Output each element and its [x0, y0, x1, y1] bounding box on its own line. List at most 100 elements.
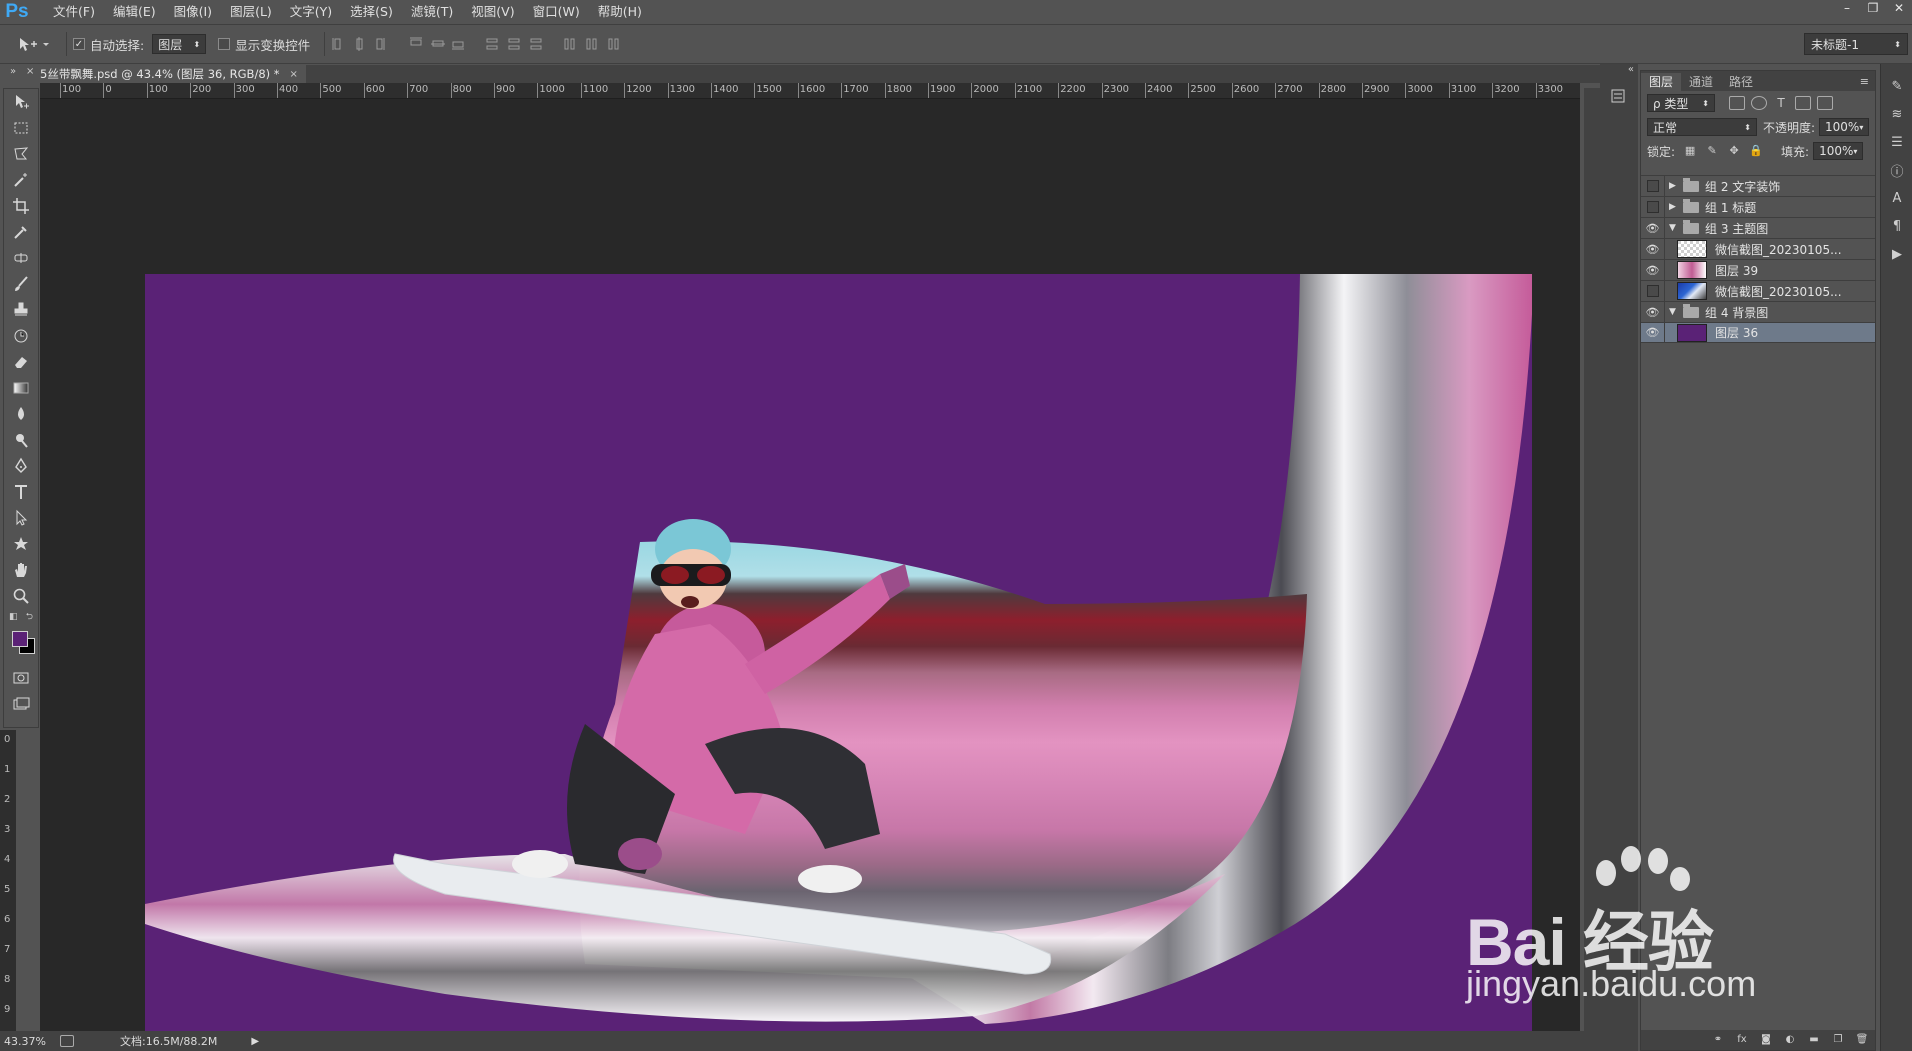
canvas-area[interactable]: [40, 99, 1580, 1051]
adjustments-icon[interactable]: ☰: [1881, 128, 1912, 156]
filter-adjustment-icon[interactable]: [1751, 96, 1767, 110]
visibility-toggle[interactable]: 👁: [1641, 217, 1665, 239]
pen-tool[interactable]: [4, 453, 38, 479]
zoom-level[interactable]: 43.37%: [0, 1035, 50, 1048]
lasso-tool[interactable]: [4, 141, 38, 167]
brush-settings-icon[interactable]: ≋: [1881, 100, 1912, 128]
layer-filter-dropdown[interactable]: ρ 类型 ⬍: [1647, 94, 1715, 112]
collapse-arrow-icon[interactable]: ▼: [1669, 307, 1683, 317]
info-icon[interactable]: ⓘ: [1881, 156, 1912, 184]
menu-edit[interactable]: 编辑(E): [104, 0, 165, 24]
new-layer-icon[interactable]: ❐: [1831, 1034, 1845, 1046]
filter-smart-object-icon[interactable]: [1817, 96, 1833, 110]
move-tool[interactable]: [4, 89, 38, 115]
visibility-toggle[interactable]: 👁: [1641, 238, 1665, 260]
auto-select-target-dropdown[interactable]: 图层 ⬍: [152, 34, 207, 54]
tab-paths[interactable]: 路径: [1721, 73, 1761, 91]
visibility-toggle[interactable]: 👁: [1641, 259, 1665, 281]
adjustment-layer-icon[interactable]: ◐: [1783, 1034, 1797, 1046]
hand-tool[interactable]: [4, 557, 38, 583]
restore-button[interactable]: ❐: [1860, 0, 1886, 18]
swap-colors-icon[interactable]: ⮌: [26, 609, 33, 625]
brush-tool[interactable]: [4, 271, 38, 297]
layer-row[interactable]: 👁 图层 39: [1641, 259, 1875, 281]
opacity-input[interactable]: 100% ▾: [1819, 118, 1869, 136]
menu-window[interactable]: 窗口(W): [524, 0, 589, 24]
show-transform-checkbox[interactable]: [218, 38, 231, 50]
layer-style-icon[interactable]: fx: [1735, 1034, 1749, 1046]
delete-layer-icon[interactable]: 🗑: [1855, 1034, 1869, 1046]
eyedropper-tool[interactable]: [4, 219, 38, 245]
new-group-icon[interactable]: ▬: [1807, 1034, 1821, 1046]
magic-wand-tool[interactable]: [4, 167, 38, 193]
visibility-toggle[interactable]: [1641, 175, 1665, 197]
brush-presets-icon[interactable]: ✎: [1881, 72, 1912, 100]
filter-type-icon[interactable]: T: [1773, 96, 1789, 110]
close-panel-icon[interactable]: ×: [26, 66, 34, 77]
tab-channels[interactable]: 通道: [1681, 73, 1721, 91]
path-selection-tool[interactable]: [4, 505, 38, 531]
lock-all-icon[interactable]: 🔒: [1749, 144, 1763, 158]
chevron-down-icon[interactable]: ▾: [1859, 123, 1863, 132]
vertical-scrollbar[interactable]: [1584, 88, 1600, 1031]
healing-brush-tool[interactable]: [4, 245, 38, 271]
paragraph-icon[interactable]: ¶: [1881, 212, 1912, 240]
clone-stamp-tool[interactable]: [4, 297, 38, 323]
marquee-tool[interactable]: [4, 115, 38, 141]
history-brush-tool[interactable]: [4, 323, 38, 349]
default-colors-icon[interactable]: ◧: [9, 612, 18, 622]
panel-menu-icon[interactable]: ≡: [1860, 73, 1875, 91]
menu-layer[interactable]: 图层(L): [221, 0, 281, 24]
history-panel-button[interactable]: [1600, 84, 1638, 134]
blur-tool[interactable]: [4, 401, 38, 427]
visibility-toggle[interactable]: [1641, 280, 1665, 302]
crop-tool[interactable]: [4, 193, 38, 219]
auto-select-checkbox[interactable]: ✓: [73, 38, 85, 50]
dock-collapse-icon[interactable]: «: [1628, 64, 1634, 75]
layer-row[interactable]: 👁 微信截图_20230105...: [1641, 238, 1875, 260]
menu-select[interactable]: 选择(S): [341, 0, 402, 24]
visibility-toggle[interactable]: 👁: [1641, 301, 1665, 323]
eraser-tool[interactable]: [4, 349, 38, 375]
zoom-tool[interactable]: [4, 583, 38, 609]
status-menu-arrow-icon[interactable]: ▶: [251, 1036, 259, 1047]
quick-mask-button[interactable]: [4, 665, 38, 691]
filter-shape-icon[interactable]: [1795, 96, 1811, 110]
blend-mode-dropdown[interactable]: 正常 ⬍: [1647, 118, 1757, 136]
collapse-arrow-icon[interactable]: ▼: [1669, 223, 1683, 233]
filter-pixel-icon[interactable]: [1729, 96, 1745, 110]
menu-file[interactable]: 文件(F): [44, 0, 104, 24]
type-tool[interactable]: [4, 479, 38, 505]
tool-preset-picker[interactable]: [16, 30, 60, 58]
gradient-tool[interactable]: [4, 375, 38, 401]
character-icon[interactable]: A: [1881, 184, 1912, 212]
menu-filter[interactable]: 滤镜(T): [402, 0, 462, 24]
layer-row[interactable]: 微信截图_20230105...: [1641, 280, 1875, 302]
panel-collapse-icon[interactable]: »: [10, 66, 16, 77]
visibility-toggle[interactable]: [1641, 196, 1665, 218]
add-mask-icon[interactable]: ◙: [1759, 1034, 1773, 1046]
layer-row[interactable]: 👁 ▼ 组 4 背景图: [1641, 301, 1875, 323]
layer-row[interactable]: ▶ 组 1 标题: [1641, 196, 1875, 218]
tab-layers[interactable]: 图层: [1641, 73, 1682, 91]
shape-tool[interactable]: [4, 531, 38, 557]
lock-position-icon[interactable]: ✥: [1727, 144, 1741, 158]
document-info-icon[interactable]: [60, 1035, 74, 1047]
fill-input[interactable]: 100% ▾: [1813, 142, 1864, 160]
expand-arrow-icon[interactable]: ▶: [1669, 181, 1683, 191]
close-button[interactable]: ✕: [1886, 0, 1912, 18]
chevron-down-icon[interactable]: ▾: [1853, 147, 1857, 156]
align-distribute-icons[interactable]: [331, 36, 631, 52]
lock-image-icon[interactable]: ✎: [1705, 144, 1719, 158]
screen-mode-button[interactable]: [4, 691, 38, 717]
minimize-button[interactable]: –: [1834, 0, 1860, 18]
expand-arrow-icon[interactable]: ▶: [1669, 202, 1683, 212]
menu-help[interactable]: 帮助(H): [589, 0, 651, 24]
workspace-dropdown[interactable]: 未标题-1 ⬍: [1804, 33, 1908, 55]
document-tab[interactable]: 5丝带飘舞.psd @ 43.4% (图层 36, RGB/8) * ×: [0, 65, 306, 83]
close-document-icon[interactable]: ×: [290, 69, 298, 80]
actions-play-icon[interactable]: ▶: [1881, 240, 1912, 268]
layer-row[interactable]: 👁 ▼ 组 3 主题图: [1641, 217, 1875, 239]
link-layers-icon[interactable]: ⚭: [1711, 1034, 1725, 1046]
layer-row[interactable]: ▶ 组 2 文字装饰: [1641, 175, 1875, 197]
